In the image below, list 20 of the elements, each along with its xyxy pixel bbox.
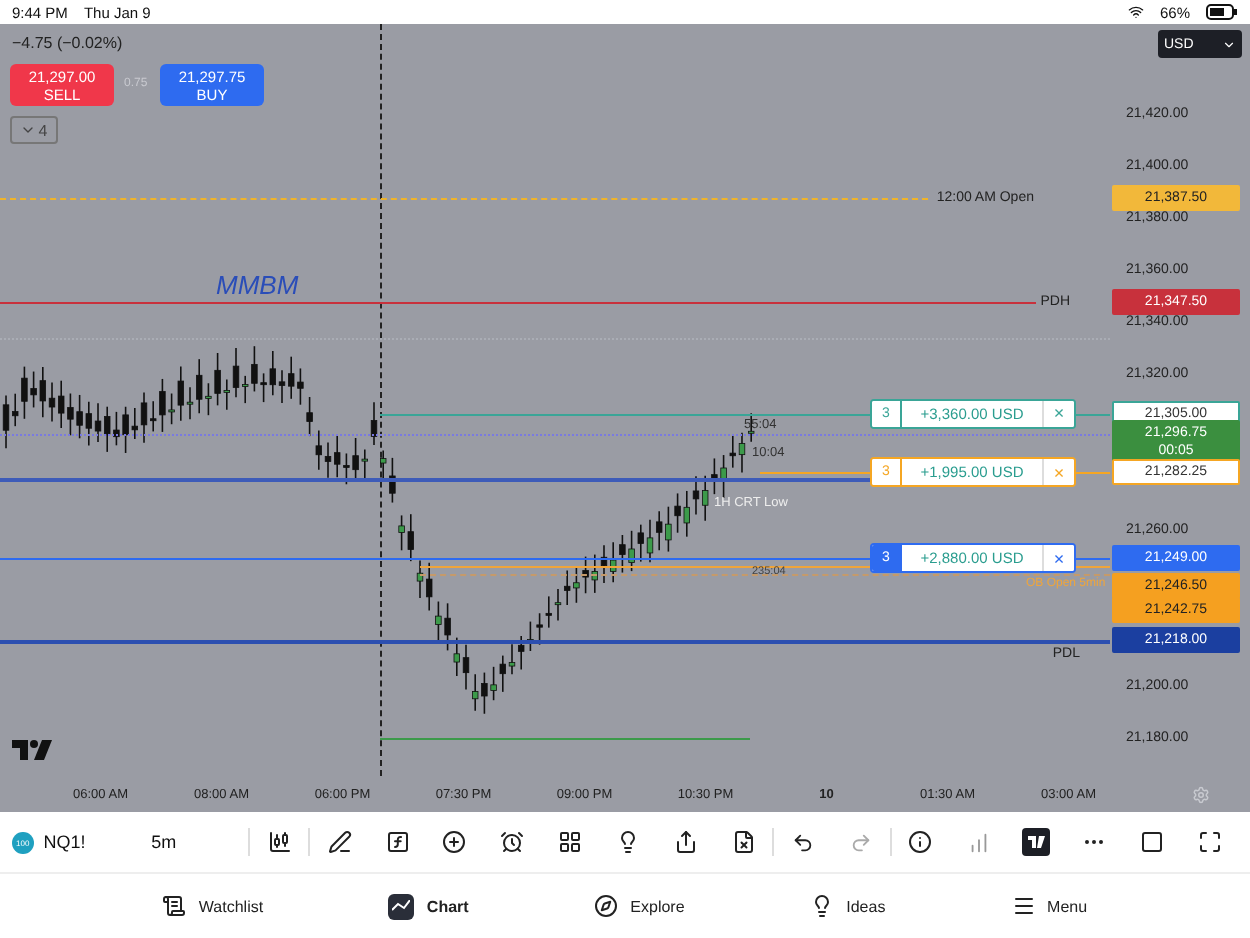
chevron-down-icon — [1222, 37, 1236, 51]
logo-icon — [12, 740, 52, 760]
chevron-down-icon — [20, 122, 37, 138]
symbol-button[interactable]: NQ1! — [33, 832, 152, 852]
chart-note: MMBM — [216, 270, 299, 300]
wifi-icon — [1127, 4, 1144, 20]
menu-icon — [1011, 894, 1036, 918]
compass-icon — [594, 894, 619, 918]
battery-icon — [1206, 4, 1238, 20]
price-change: −4.75 (−0.02%) — [12, 34, 123, 52]
list-icon — [162, 894, 187, 918]
nav-tab[interactable]: Explore — [594, 894, 685, 918]
nav-tab[interactable]: Chart — [388, 893, 469, 919]
chart-icon — [388, 893, 415, 919]
nav-tab[interactable]: Ideas — [810, 894, 886, 918]
lightbulb-icon — [810, 894, 835, 918]
collapse-button[interactable]: 4 — [10, 116, 58, 144]
interval-button[interactable]: 5m — [151, 832, 249, 852]
nav-tab[interactable]: Watchlist — [162, 894, 264, 918]
nav-tab[interactable]: Menu — [1011, 894, 1088, 918]
